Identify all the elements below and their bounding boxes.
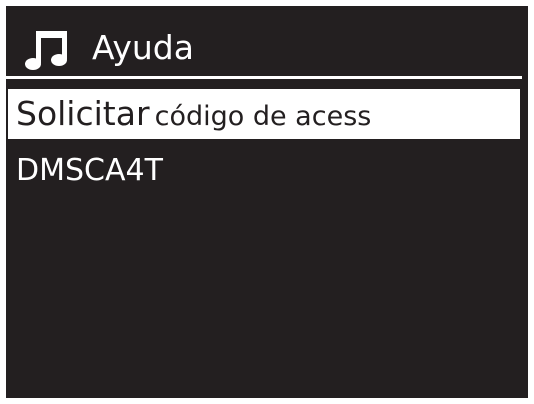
menu-item-request-access-code[interactable]: Solicitar código de acess xyxy=(8,89,520,139)
device-screen: Ayuda Solicitar código de acess DMSCA4T xyxy=(6,6,528,398)
menu-item-label: DMSCA4T xyxy=(16,153,163,188)
page-title: Ayuda xyxy=(92,28,194,67)
menu-item-label-rest: código de acess xyxy=(154,101,372,132)
menu-item-access-code[interactable]: DMSCA4T xyxy=(8,146,520,196)
header: Ayuda xyxy=(6,6,528,74)
header-divider xyxy=(6,76,522,79)
music-note-icon xyxy=(24,28,70,72)
menu-item-label-main: Solicitar xyxy=(16,94,150,133)
